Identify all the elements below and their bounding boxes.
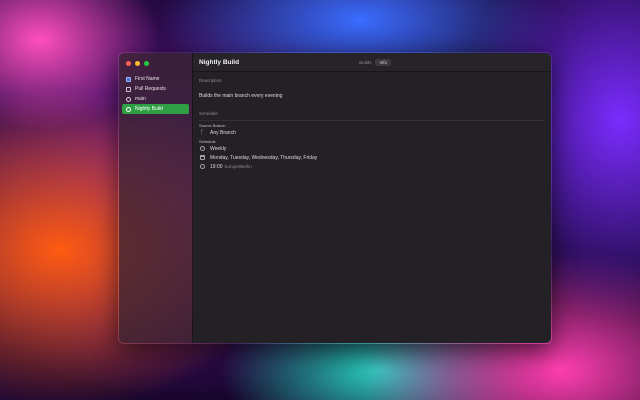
frequency-value: Weekly [210, 145, 227, 152]
window-controls [119, 59, 192, 68]
info-panel: Description Builds the main branch every… [193, 72, 551, 175]
days-row: Monday, Tuesday, Wednesday, Thursday, Fr… [199, 153, 545, 162]
sidebar-item-main[interactable]: main [122, 94, 189, 104]
schedule-heading: Schedule [199, 111, 218, 116]
time-row: 19:00 Europe/Berlin [199, 162, 545, 171]
days-value: Monday, Tuesday, Wednesday, Thursday, Fr… [210, 154, 318, 161]
sidebar-list: First Name Pull Requests main Nightly Bu… [119, 74, 192, 114]
tab-info[interactable]: Info [375, 58, 391, 66]
toolbar: Nightly Build Builds Info [193, 53, 551, 72]
time-value: 19:00 [210, 163, 223, 170]
sidebar-item-label: Nightly Build [135, 106, 163, 112]
divider [199, 120, 545, 121]
view-switcher: Builds Info [355, 58, 391, 66]
close-window-button[interactable] [126, 61, 131, 66]
app-window: First Name Pull Requests main Nightly Bu… [118, 52, 552, 344]
source-branch-value: Any Branch [210, 129, 236, 136]
sidebar-item-first-name[interactable]: First Name [122, 74, 189, 84]
calendar-icon [199, 155, 205, 160]
sidebar-item-label: Pull Requests [135, 86, 166, 92]
tab-builds[interactable]: Builds [355, 59, 375, 66]
sidebar-item-label: First Name [135, 76, 160, 82]
pull-request-icon [125, 86, 131, 92]
sidebar-item-pull-requests[interactable]: Pull Requests [122, 84, 189, 94]
minimize-window-button[interactable] [135, 61, 140, 66]
clock-icon [199, 164, 205, 169]
description-text: Builds the main branch every evening [199, 93, 283, 99]
branch-icon: ᚴ [200, 129, 204, 136]
sidebar-item-nightly-build[interactable]: Nightly Build [122, 104, 189, 114]
timezone-value: Europe/Berlin [224, 164, 252, 169]
circle-icon [125, 106, 131, 112]
source-branch-row: ᚴ Any Branch [199, 128, 545, 137]
repeat-icon [199, 146, 205, 151]
sidebar: First Name Pull Requests main Nightly Bu… [119, 53, 193, 343]
circle-icon [125, 96, 131, 102]
box-icon [125, 76, 131, 82]
page-title: Nightly Build [199, 58, 240, 66]
zoom-window-button[interactable] [144, 61, 149, 66]
description-heading: Description [199, 78, 222, 83]
frequency-row: Weekly [199, 144, 545, 153]
main-pane: Nightly Build Builds Info Description Bu… [193, 53, 551, 343]
sidebar-item-label: main [135, 96, 146, 102]
